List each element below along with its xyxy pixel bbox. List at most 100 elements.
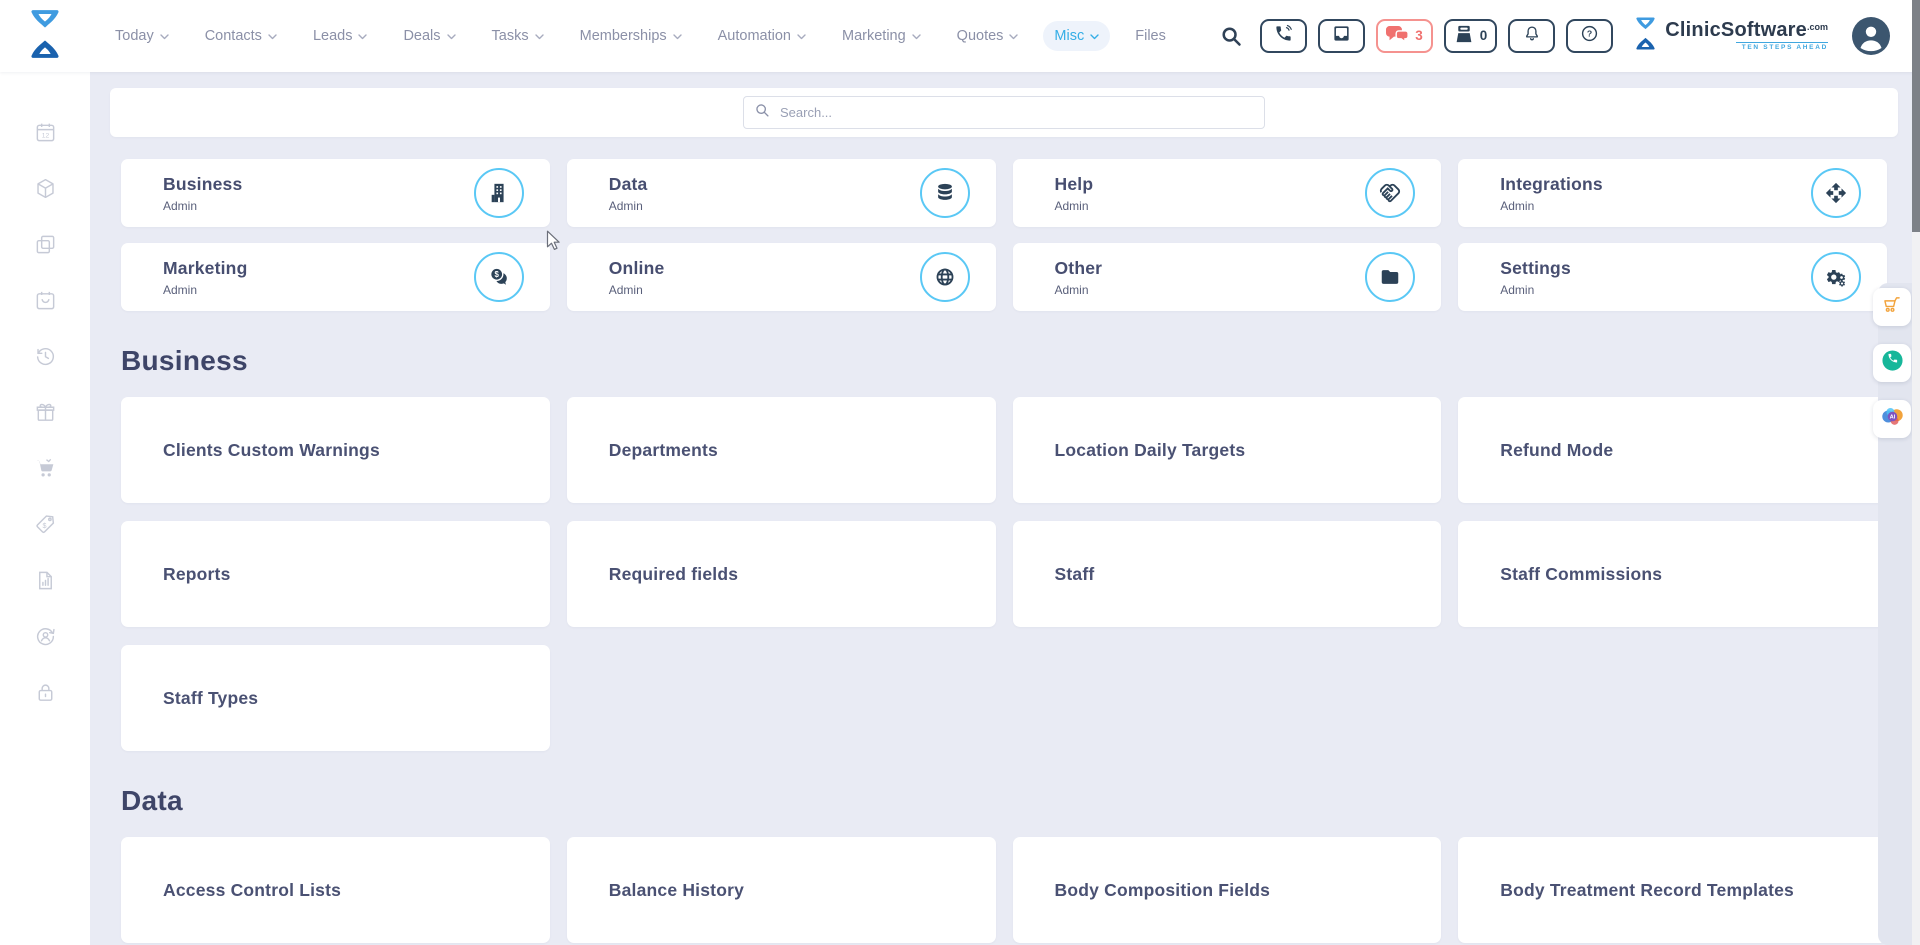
sidebar-item-lock[interactable]: [0, 664, 90, 720]
phone-button[interactable]: [1260, 19, 1307, 53]
app-logo[interactable]: [26, 8, 64, 65]
search-icon[interactable]: [1221, 26, 1242, 47]
category-subtitle: Admin: [163, 199, 474, 213]
folder-icon: [1365, 252, 1415, 302]
sidebar-item-calendar-booking[interactable]: [0, 272, 90, 328]
sidebar-item-history[interactable]: [0, 328, 90, 384]
database-icon: [920, 168, 970, 218]
category-card-help[interactable]: HelpAdmin: [1013, 159, 1442, 227]
item-card-departments[interactable]: Departments: [567, 397, 996, 503]
item-card-staff-types[interactable]: Staff Types: [121, 645, 550, 751]
nav-item-marketing[interactable]: Marketing: [831, 21, 932, 51]
cart-orange-icon: [1882, 295, 1903, 319]
item-card-title: Required fields: [609, 564, 738, 585]
nav-item-deals[interactable]: Deals: [392, 21, 466, 51]
sidebar-item-copy[interactable]: [0, 216, 90, 272]
gift-icon: [34, 401, 57, 424]
item-card-reports[interactable]: Reports: [121, 521, 550, 627]
ai-icon: AI: [1880, 404, 1905, 434]
sidebar-item-account-sync[interactable]: [0, 608, 90, 664]
chat-button[interactable]: 3: [1376, 19, 1433, 53]
price-tag-icon: $: [34, 513, 57, 536]
category-card-integrations[interactable]: Integrations Admin: [1458, 159, 1887, 227]
inbox-button[interactable]: [1318, 19, 1365, 53]
section-heading-business: Business: [121, 345, 1887, 377]
history-icon: [34, 345, 57, 368]
floating-buttons: AI: [1873, 288, 1911, 438]
item-card-staff[interactable]: Staff: [1013, 521, 1442, 627]
category-subtitle: Admin: [1055, 283, 1366, 297]
item-card-title: Balance History: [609, 880, 744, 901]
nav-item-quotes[interactable]: Quotes: [946, 21, 1030, 51]
item-card-title: Staff: [1055, 564, 1095, 585]
user-avatar[interactable]: [1852, 17, 1890, 55]
item-card-body-composition-fields[interactable]: Body Composition Fields: [1013, 837, 1442, 943]
main-nav: Today Contacts Leads Deals Tasks Memberships A…: [104, 21, 1177, 51]
svg-text:12: 12: [41, 132, 49, 139]
sidebar-item-price-tag[interactable]: $: [0, 496, 90, 552]
floating-call-button[interactable]: [1873, 344, 1911, 382]
category-card-data[interactable]: DataAdmin: [567, 159, 996, 227]
nav-item-label: Automation: [718, 28, 791, 44]
hourglass-logo-icon: [1633, 16, 1658, 56]
nav-item-label: Tasks: [492, 28, 529, 44]
sidebar-item-cube[interactable]: [0, 160, 90, 216]
nav-item-memberships[interactable]: Memberships: [569, 21, 693, 51]
nav-item-contacts[interactable]: Contacts: [194, 21, 288, 51]
left-sidebar: 12 $: [0, 72, 90, 945]
notifications-button[interactable]: [1508, 19, 1555, 53]
item-card-access-control-lists[interactable]: Access Control Lists: [121, 837, 550, 943]
category-card-business[interactable]: Business Admin: [121, 159, 550, 227]
nav-item-files[interactable]: Files: [1124, 21, 1177, 51]
svg-text:$: $: [494, 270, 499, 279]
brand-logo[interactable]: ClinicSoftware.com TEN STEPS AHEAD: [1633, 16, 1828, 56]
category-title: Business: [163, 174, 474, 195]
scrollbar-thumb[interactable]: [1912, 0, 1920, 232]
nav-item-automation[interactable]: Automation: [707, 21, 817, 51]
sidebar-item-gift[interactable]: [0, 384, 90, 440]
sidebar-item-calendar-12[interactable]: 12: [0, 104, 90, 160]
category-card-marketing[interactable]: MarketingAdmin$: [121, 243, 550, 311]
item-card-refund-mode[interactable]: Refund Mode: [1458, 397, 1887, 503]
section-grid-business: Clients Custom WarningsDepartmentsLocati…: [121, 397, 1887, 751]
section-grid-data: Access Control Lists Balance History Body …: [121, 837, 1887, 943]
nav-item-leads[interactable]: Leads: [302, 21, 379, 51]
item-card-body-treatment-record-templates[interactable]: Body Treatment Record Templates: [1458, 837, 1887, 943]
search-input[interactable]: [778, 104, 1253, 121]
help-button[interactable]: ?: [1566, 19, 1613, 53]
category-card-online[interactable]: OnlineAdmin: [567, 243, 996, 311]
nav-item-today[interactable]: Today: [104, 21, 180, 51]
item-card-balance-history[interactable]: Balance History: [567, 837, 996, 943]
pos-button[interactable]: 0: [1444, 19, 1498, 53]
calendar-12-icon: 12: [34, 121, 57, 144]
item-card-staff-commissions[interactable]: Staff Commissions: [1458, 521, 1887, 627]
category-subtitle: Admin: [1055, 199, 1366, 213]
scrollbar-track[interactable]: [1912, 0, 1920, 945]
nav-item-tasks[interactable]: Tasks: [481, 21, 555, 51]
item-card-title: Body Composition Fields: [1055, 880, 1271, 901]
sidebar-item-report[interactable]: [0, 552, 90, 608]
svg-text:AI: AI: [1889, 415, 1895, 421]
brand-tagline: TEN STEPS AHEAD: [1736, 42, 1828, 52]
item-card-title: Access Control Lists: [163, 880, 341, 901]
category-subtitle: Admin: [1500, 199, 1811, 213]
category-card-settings[interactable]: SettingsAdmin: [1458, 243, 1887, 311]
search-box[interactable]: [743, 96, 1265, 129]
item-card-title: Body Treatment Record Templates: [1500, 880, 1794, 901]
brand-tld: .com: [1807, 22, 1828, 32]
question-icon: ?: [1580, 24, 1599, 48]
nav-item-misc[interactable]: Misc: [1043, 21, 1110, 51]
category-grid: BusinessAdminDataAdminHelpAdminIntegrati…: [121, 159, 1887, 311]
nav-item-label: Today: [115, 28, 154, 44]
sidebar-item-cart[interactable]: [0, 440, 90, 496]
item-card-title: Staff Commissions: [1500, 564, 1662, 585]
item-card-location-daily-targets[interactable]: Location Daily Targets: [1013, 397, 1442, 503]
category-subtitle: Admin: [1500, 283, 1811, 297]
sections: Business Clients Custom WarningsDepartmen…: [110, 345, 1898, 943]
item-card-required-fields[interactable]: Required fields: [567, 521, 996, 627]
item-card-clients-custom-warnings[interactable]: Clients Custom Warnings: [121, 397, 550, 503]
floating-cart-button[interactable]: [1873, 288, 1911, 326]
floating-ai-button[interactable]: AI: [1873, 400, 1911, 438]
category-card-other[interactable]: OtherAdmin: [1013, 243, 1442, 311]
category-title: Integrations: [1500, 174, 1811, 195]
